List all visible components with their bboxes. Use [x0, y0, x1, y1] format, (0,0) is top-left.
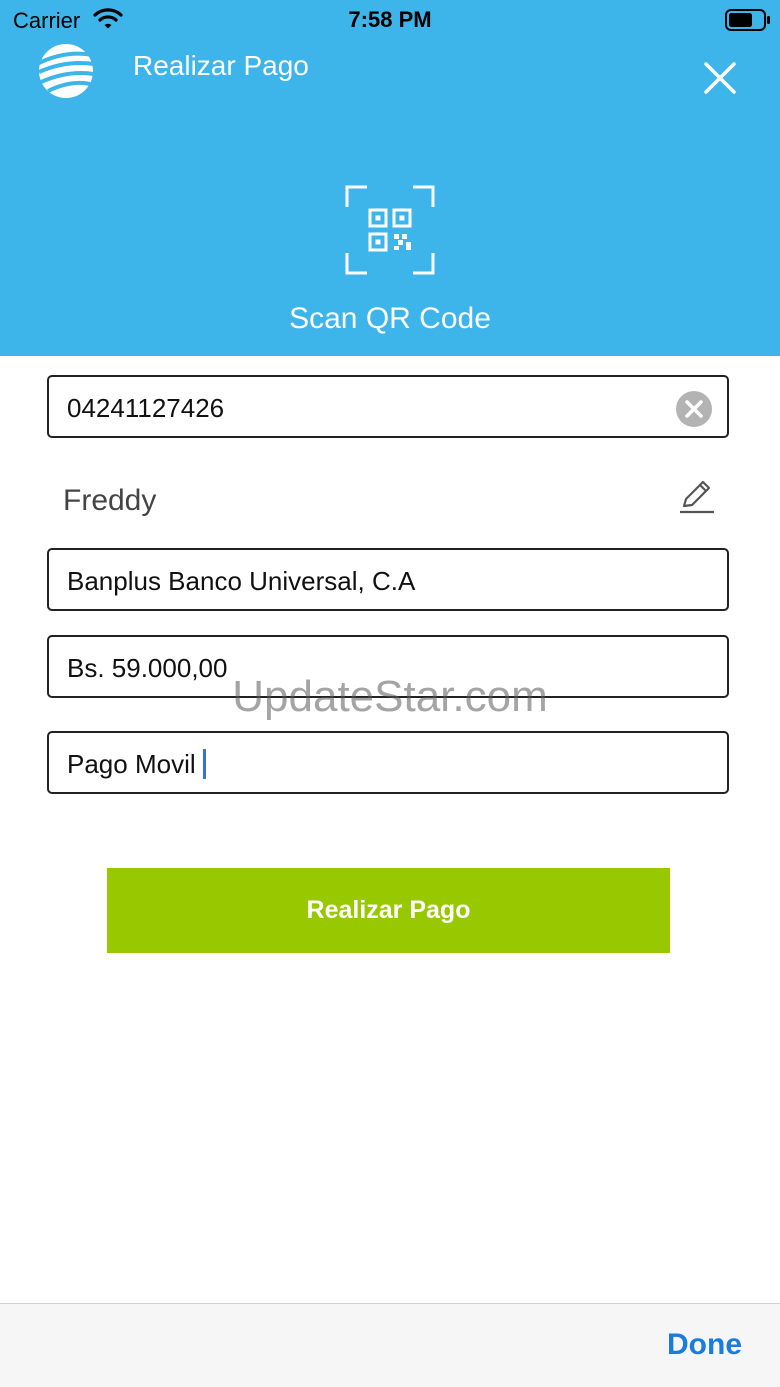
edit-name-button[interactable]	[677, 476, 717, 516]
scan-qr-button[interactable]	[345, 185, 435, 275]
concept-value: Pago Movil	[67, 749, 196, 779]
clear-phone-button[interactable]	[676, 391, 712, 427]
close-button[interactable]	[700, 58, 740, 98]
bank-logo-icon	[36, 42, 96, 105]
amount-value: Bs. 59.000,00	[67, 653, 228, 683]
realizar-pago-button[interactable]: Realizar Pago	[107, 868, 670, 953]
concept-text: Pago Movil	[67, 749, 206, 780]
text-cursor	[202, 749, 206, 779]
bank-value: Banplus Banco Universal, C.A	[67, 566, 416, 596]
bank-field[interactable]: Banplus Banco Universal, C.A	[47, 548, 729, 611]
phone-value: 04241127426	[67, 393, 225, 423]
qr-scan-icon	[345, 185, 435, 275]
header-title: Realizar Pago	[133, 50, 309, 81]
pencil-icon	[680, 480, 714, 514]
battery-icon	[725, 9, 771, 37]
recipient-name: Freddy	[63, 484, 157, 517]
concept-field[interactable]: Pago Movil	[47, 731, 729, 794]
clear-circle-icon	[676, 391, 712, 427]
keyboard-toolbar: Done	[0, 1303, 780, 1387]
amount-field[interactable]: Bs. 59.000,00	[47, 635, 729, 698]
status-bar: Carrier 7:58 PM	[0, 0, 780, 40]
scan-qr-label[interactable]: Scan QR Code	[0, 302, 780, 336]
close-icon	[704, 62, 736, 94]
status-time: 7:58 PM	[348, 7, 432, 32]
header: Carrier 7:58 PM Realizar Pago Scan QR Co…	[0, 0, 780, 356]
done-button[interactable]: Done	[667, 1328, 742, 1362]
phone-field[interactable]: 04241127426	[47, 375, 729, 438]
